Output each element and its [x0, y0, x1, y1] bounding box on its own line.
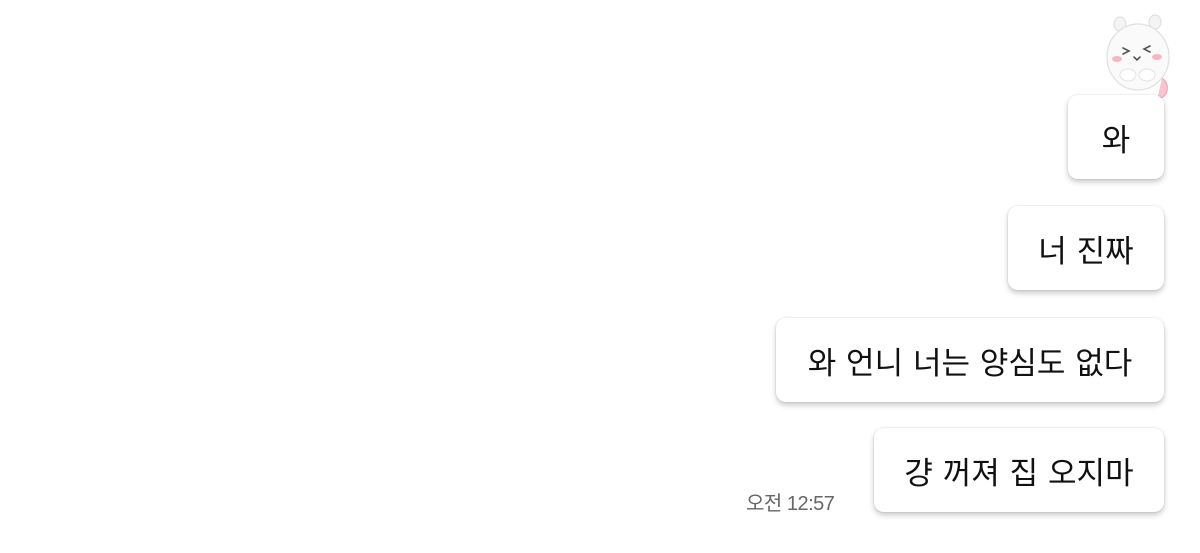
white-bear-sticker-icon[interactable] — [1100, 12, 1182, 102]
chat-bubble[interactable]: 걍 꺼져 집 오지마 — [874, 428, 1164, 512]
chat-bubble[interactable]: 너 진짜 — [1008, 206, 1164, 290]
message-text: 와 — [1101, 122, 1131, 159]
message-text: 걍 꺼져 집 오지마 — [904, 455, 1134, 492]
chat-bubble[interactable]: 와 — [1068, 95, 1164, 179]
message-text: 너 진짜 — [1038, 233, 1134, 270]
message-timestamp: 오전 12:57 — [746, 493, 835, 515]
chat-view: 와 너 진짜 와 언니 너는 양심도 없다 오전 12:57 걍 꺼져 집 오지… — [0, 0, 1200, 553]
avatar-graphic — [1106, 14, 1170, 99]
message-text: 와 언니 너는 양심도 없다 — [807, 345, 1133, 382]
chat-bubble[interactable]: 와 언니 너는 양심도 없다 — [776, 318, 1164, 402]
